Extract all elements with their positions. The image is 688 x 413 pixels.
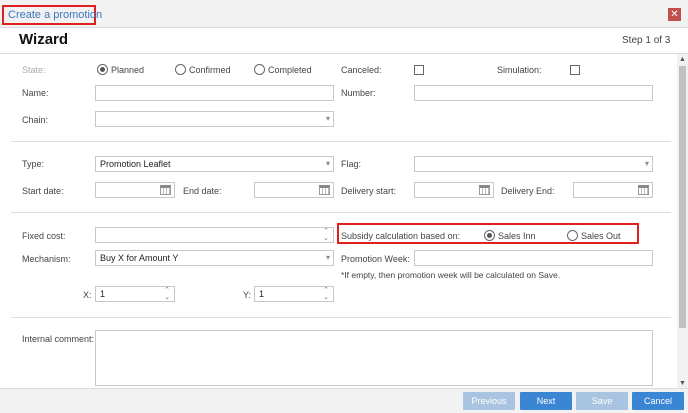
window-title-link[interactable]: Create a promotion xyxy=(2,5,102,25)
fixed-cost-label: Fixed cost: xyxy=(22,231,66,241)
spinner-icon[interactable]: ⌃ ⌄ xyxy=(322,228,330,242)
y-stepper[interactable]: 1 ⌃ ⌄ xyxy=(254,286,334,302)
scroll-up-icon[interactable]: ▲ xyxy=(677,55,688,64)
step-indicator: Step 1 of 3 xyxy=(622,35,671,46)
calendar-icon[interactable] xyxy=(160,185,171,195)
y-value: 1 xyxy=(259,289,265,299)
state-planned-radio[interactable] xyxy=(97,64,108,75)
calendar-icon[interactable] xyxy=(319,185,330,195)
promotion-week-input[interactable] xyxy=(414,250,653,266)
subsidy-sales-inn-radio[interactable] xyxy=(484,230,495,241)
chain-select[interactable]: ▾ xyxy=(95,111,334,127)
save-button[interactable]: Save xyxy=(576,392,628,410)
fixed-cost-input[interactable]: ⌃ ⌄ xyxy=(95,227,334,243)
chain-label: Chain: xyxy=(22,115,49,125)
state-confirmed-radio[interactable] xyxy=(175,64,186,75)
chevron-down-icon: ▾ xyxy=(325,159,330,168)
type-select[interactable]: Promotion Leaflet ▾ xyxy=(95,156,334,172)
delivery-end-label: Delivery End: xyxy=(501,186,555,196)
state-completed-label: Completed xyxy=(268,65,312,75)
cancel-button[interactable]: Cancel xyxy=(632,392,684,410)
internal-comment-label: Internal comment: xyxy=(22,334,95,344)
delivery-start-label: Delivery start: xyxy=(341,186,397,196)
subsidy-sales-out-label: Sales Out xyxy=(581,231,621,241)
chevron-down-icon: ▾ xyxy=(325,253,330,262)
subsidy-sales-out-radio[interactable] xyxy=(567,230,578,241)
previous-button[interactable]: Previous xyxy=(463,392,515,410)
end-date-label: End date: xyxy=(183,186,222,196)
type-label: Type: xyxy=(22,159,45,169)
calendar-icon[interactable] xyxy=(479,185,490,195)
flag-label: Flag: xyxy=(341,159,362,169)
name-label: Name: xyxy=(22,88,49,98)
state-planned-label: Planned xyxy=(111,65,145,75)
delivery-end-input[interactable] xyxy=(573,182,653,198)
end-date-input[interactable] xyxy=(254,182,334,198)
type-value: Promotion Leaflet xyxy=(100,159,171,169)
title-bar: Create a promotion ✕ xyxy=(0,0,688,28)
section-divider xyxy=(11,317,671,318)
simulation-checkbox[interactable] xyxy=(570,65,580,75)
scroll-thumb[interactable] xyxy=(679,66,686,328)
chevron-down-icon: ▾ xyxy=(644,159,649,168)
mechanism-label: Mechanism: xyxy=(22,254,71,264)
start-date-label: Start date: xyxy=(22,186,64,196)
section-divider xyxy=(11,212,671,213)
x-stepper[interactable]: 1 ⌃ ⌄ xyxy=(95,286,175,302)
name-input[interactable] xyxy=(95,85,334,101)
simulation-label: Simulation: xyxy=(497,65,542,75)
promotion-week-label: Promotion Week: xyxy=(341,254,410,264)
y-label: Y: xyxy=(243,290,252,300)
vertical-scrollbar[interactable]: ▲ ▼ xyxy=(677,54,688,388)
page-title: Wizard xyxy=(19,31,69,48)
close-icon[interactable]: ✕ xyxy=(668,8,681,21)
next-button[interactable]: Next xyxy=(520,392,572,410)
mechanism-value: Buy X for Amount Y xyxy=(100,253,179,263)
calendar-icon[interactable] xyxy=(638,185,649,195)
internal-comment-textarea[interactable] xyxy=(95,330,653,386)
x-value: 1 xyxy=(100,289,106,299)
subsidy-label: Subsidy calculation based on: xyxy=(341,231,461,241)
delivery-start-input[interactable] xyxy=(414,182,494,198)
canceled-label: Canceled: xyxy=(341,65,382,75)
spinner-icon[interactable]: ⌃ ⌄ xyxy=(322,287,330,301)
canceled-checkbox[interactable] xyxy=(414,65,424,75)
x-label: X: xyxy=(83,290,92,300)
subsidy-sales-inn-label: Sales Inn xyxy=(498,231,536,241)
section-divider xyxy=(11,141,671,142)
footer-bar: Previous Next Save Cancel xyxy=(0,388,688,413)
promotion-week-note: *If empty, then promotion week will be c… xyxy=(341,270,561,280)
chevron-down-icon: ▾ xyxy=(325,114,330,123)
state-confirmed-label: Confirmed xyxy=(189,65,231,75)
spinner-icon[interactable]: ⌃ ⌄ xyxy=(163,287,171,301)
scroll-down-icon[interactable]: ▼ xyxy=(677,379,688,388)
start-date-input[interactable] xyxy=(95,182,175,198)
state-completed-radio[interactable] xyxy=(254,64,265,75)
state-label: State: xyxy=(22,65,46,75)
number-label: Number: xyxy=(341,88,376,98)
mechanism-select[interactable]: Buy X for Amount Y ▾ xyxy=(95,250,334,266)
number-input[interactable] xyxy=(414,85,653,101)
flag-select[interactable]: ▾ xyxy=(414,156,653,172)
header-divider xyxy=(0,53,688,54)
